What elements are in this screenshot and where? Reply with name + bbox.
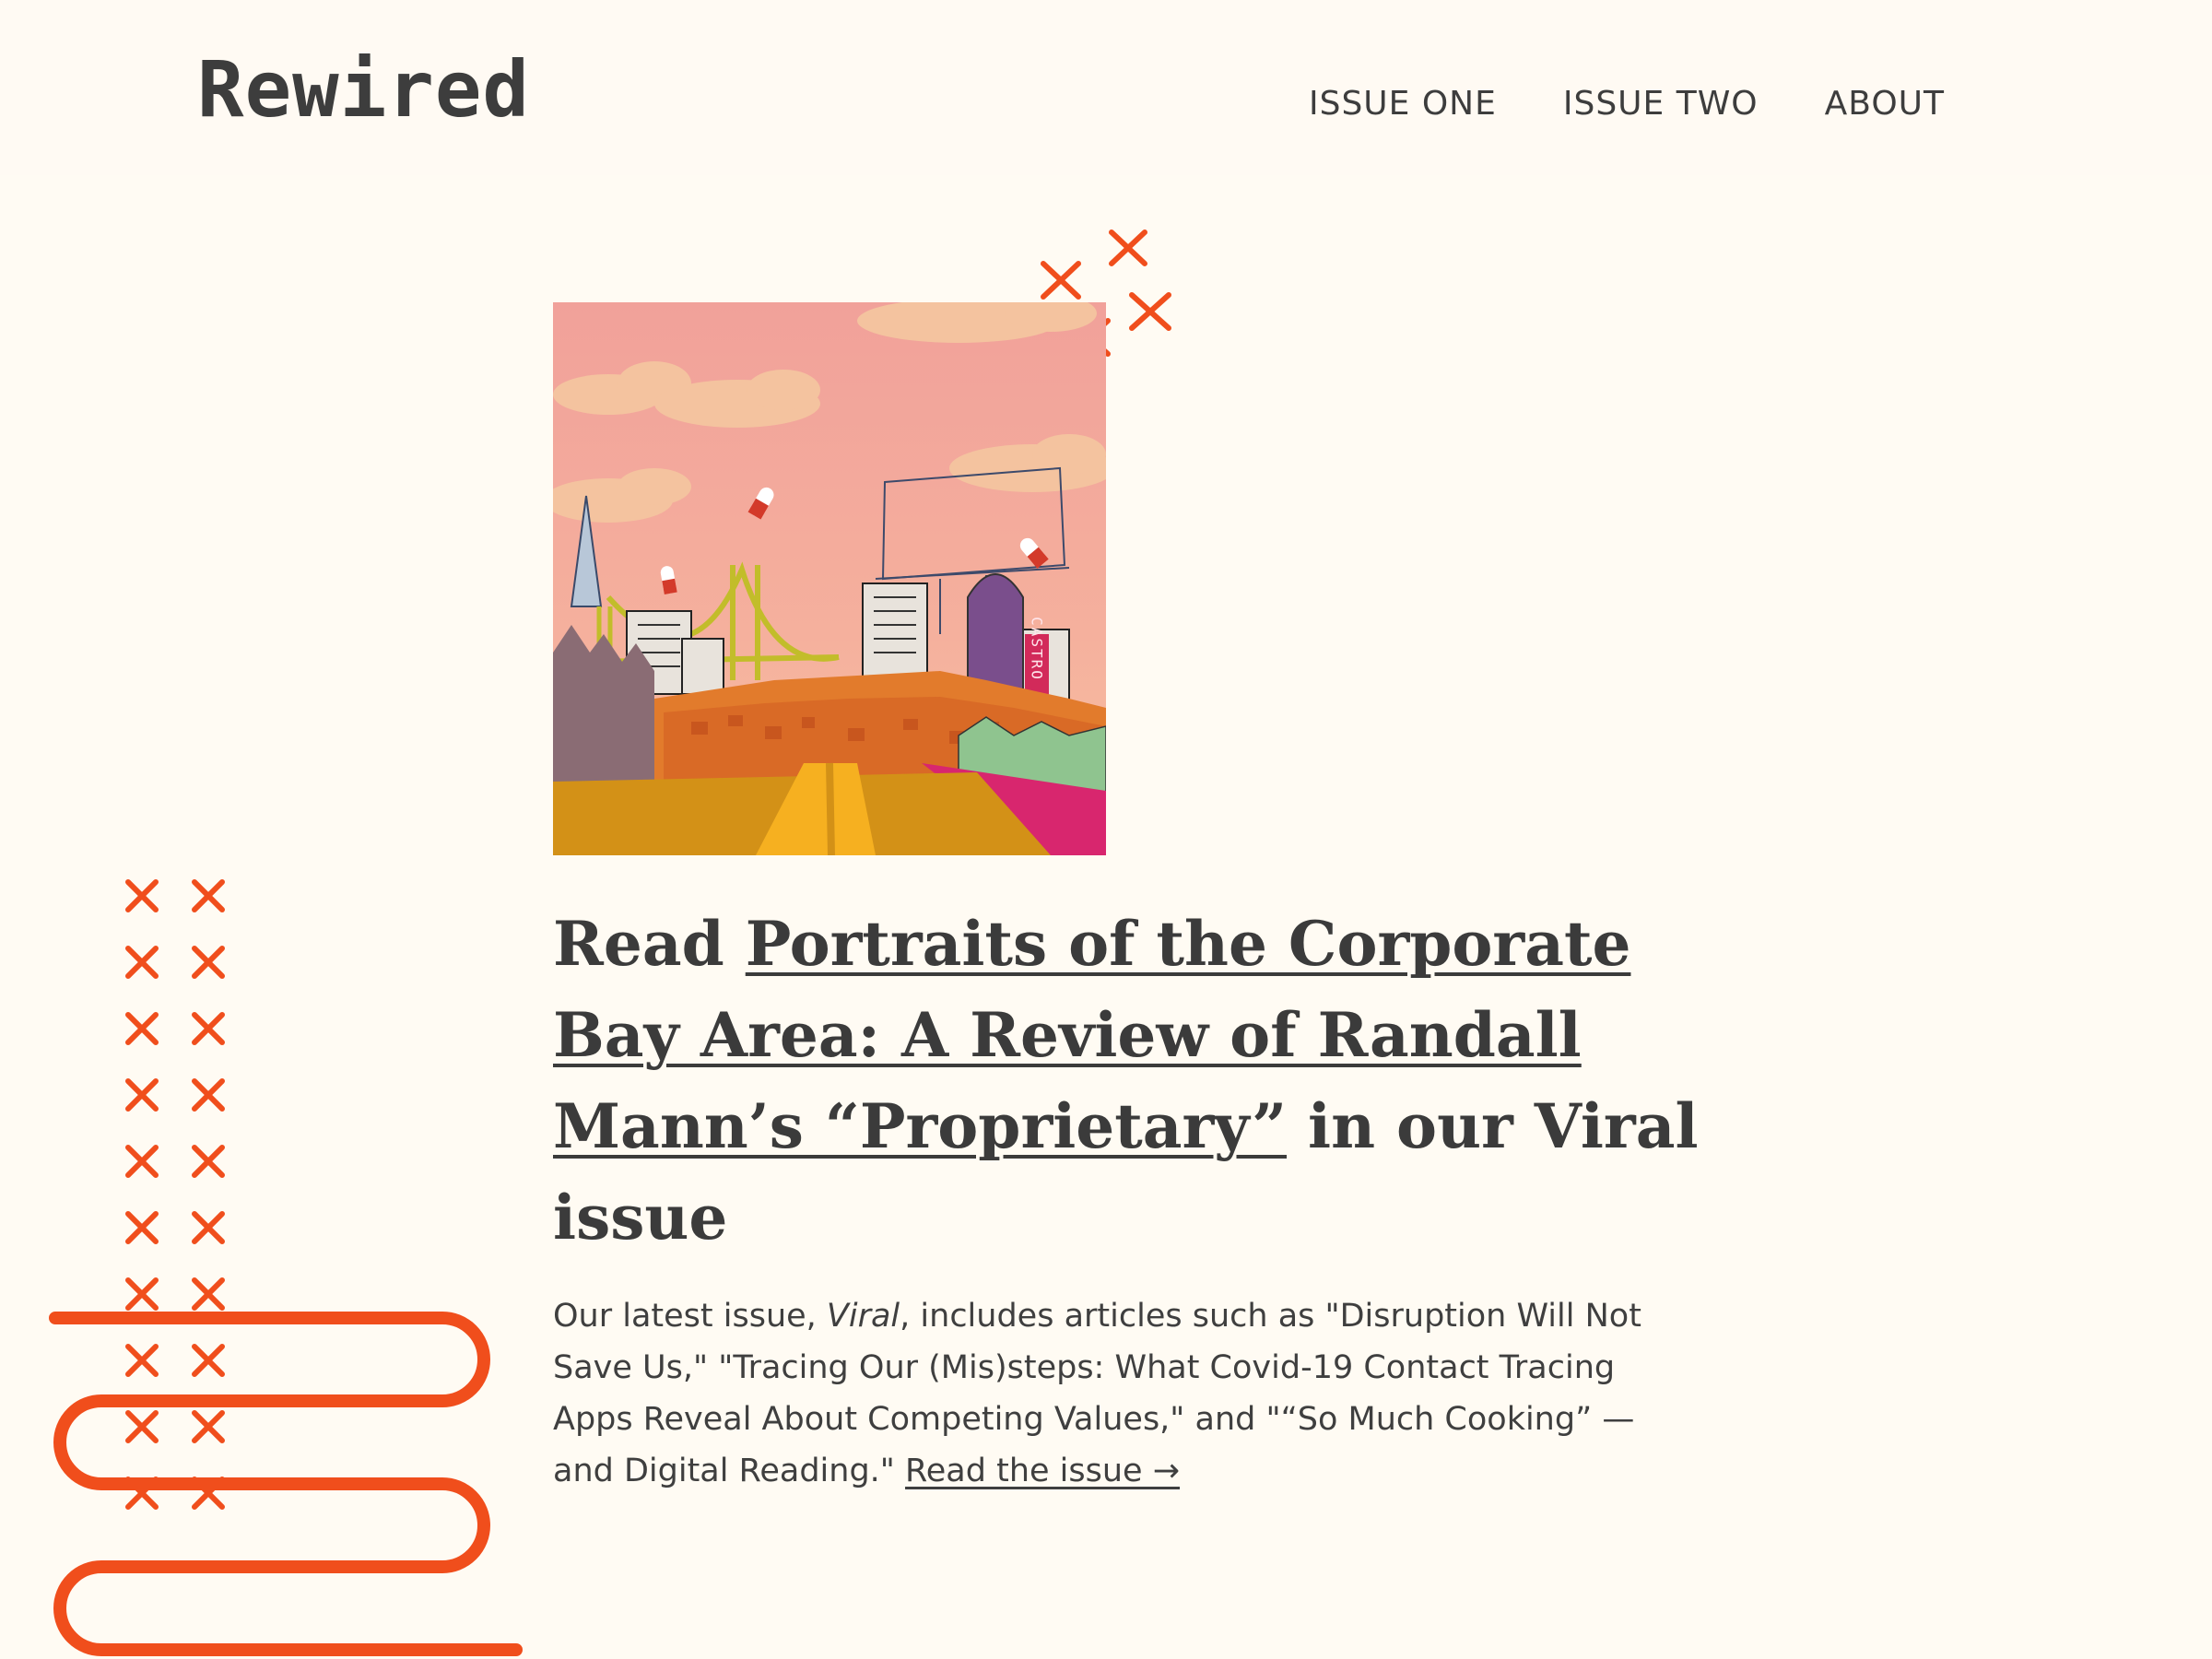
site-logo[interactable]: Rewired <box>197 44 530 135</box>
article-headline: Read Portraits of the Corporate Bay Area… <box>553 899 1714 1264</box>
read-issue-link[interactable]: Read the issue → <box>905 1453 1180 1489</box>
squiggle-line-decoration <box>49 1312 523 1656</box>
main-nav: ISSUE ONE ISSUE TWO ABOUT <box>1309 85 1945 123</box>
nav-about[interactable]: ABOUT <box>1825 85 1945 123</box>
nav-issue-two[interactable]: ISSUE TWO <box>1563 85 1759 123</box>
castro-sign-text: CASTRO <box>1029 617 1046 681</box>
headline-prefix: Read <box>553 908 746 980</box>
city-skyline-illustration: CASTRO <box>553 302 1106 855</box>
issue-name: Viral <box>826 1298 900 1335</box>
summary-intro: Our latest issue, <box>553 1298 827 1335</box>
site-header: Rewired ISSUE ONE ISSUE TWO ABOUT <box>0 0 2212 175</box>
hero-illustration[interactable]: CASTRO <box>553 302 1106 855</box>
nav-issue-one[interactable]: ISSUE ONE <box>1309 85 1497 123</box>
issue-summary: Our latest issue, Viral, includes articl… <box>553 1290 1696 1497</box>
